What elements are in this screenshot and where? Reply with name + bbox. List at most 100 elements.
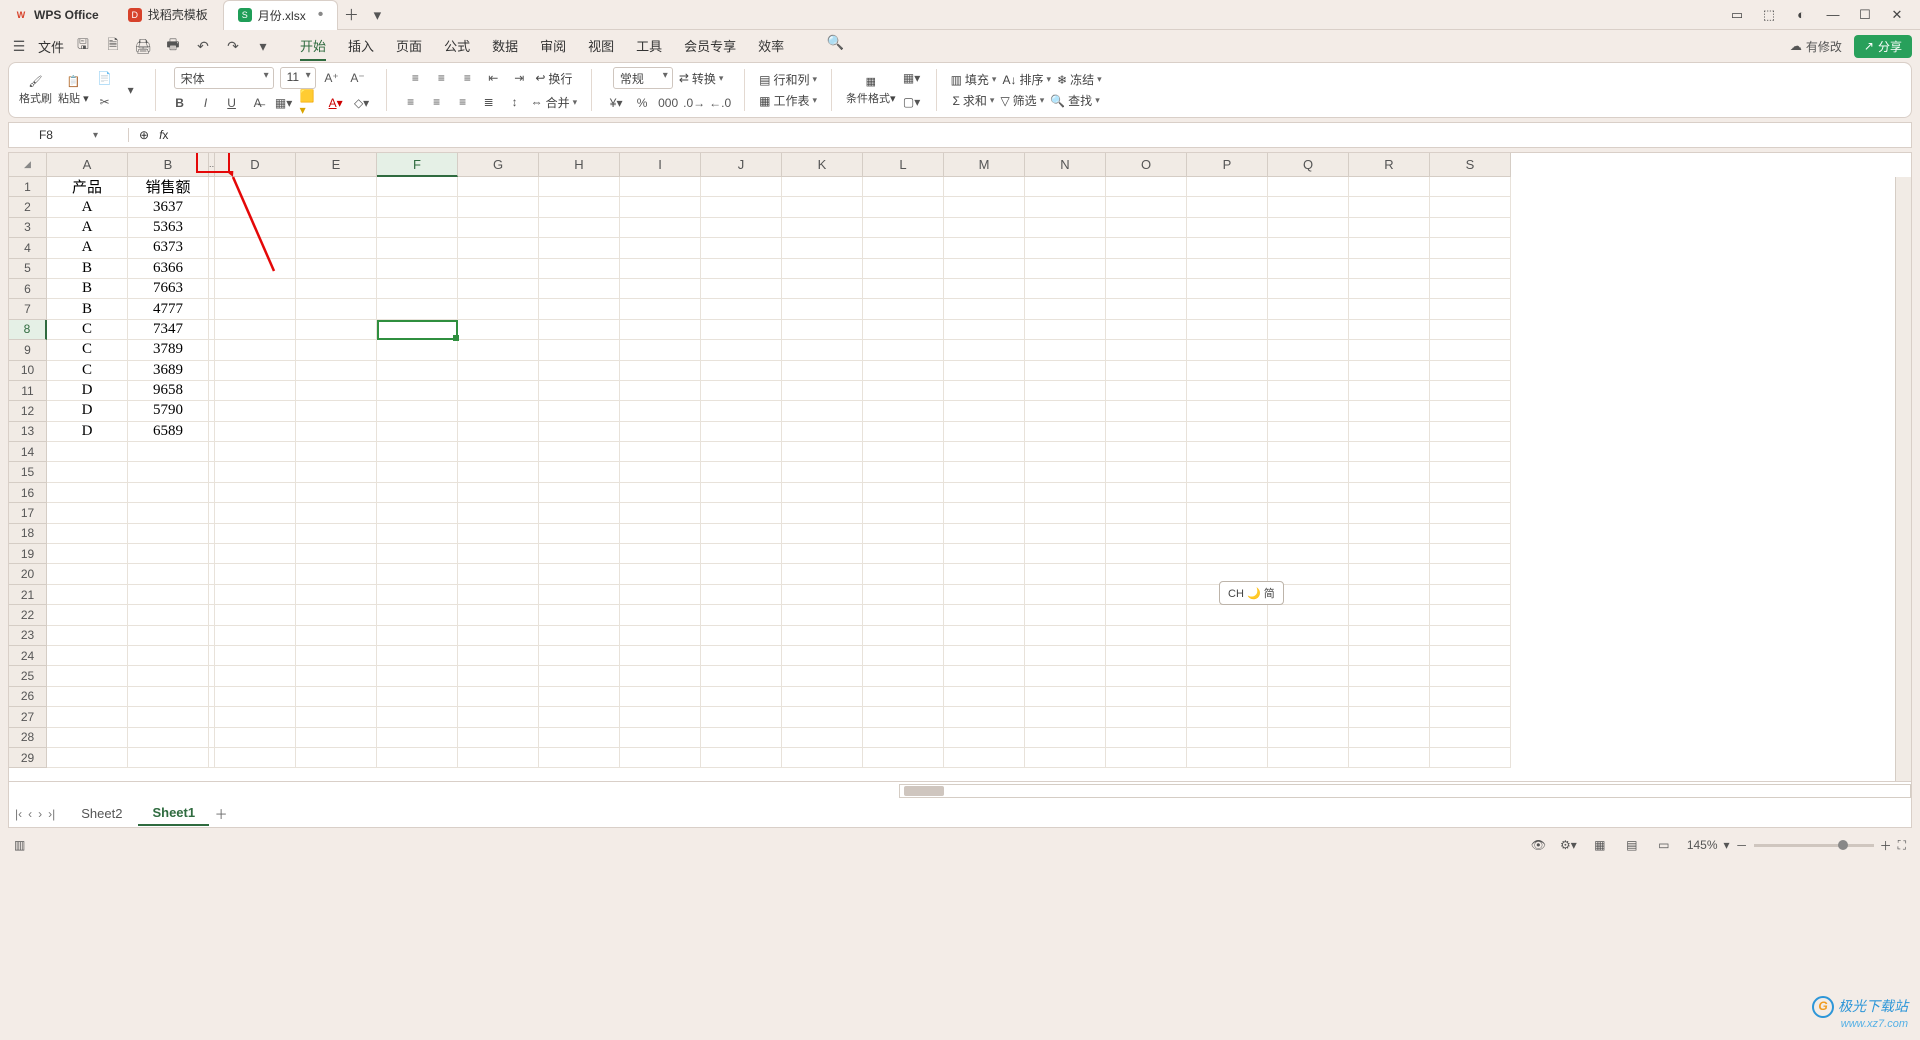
cell-H26[interactable] xyxy=(539,687,620,707)
sheet-nav-prev[interactable]: ‹ xyxy=(28,807,32,821)
formula-input[interactable] xyxy=(178,123,1911,147)
spreadsheet-grid[interactable]: ◢ AB‥DEFGHIJKLMNOPQRS 123456789101112131… xyxy=(8,152,1912,782)
bold-icon[interactable]: B xyxy=(170,93,190,113)
tab-review[interactable]: 审阅 xyxy=(540,32,566,61)
cell-J2[interactable] xyxy=(701,197,782,217)
cell-H14[interactable] xyxy=(539,442,620,462)
cell-K23[interactable] xyxy=(782,626,863,646)
cell-K10[interactable] xyxy=(782,361,863,381)
cell-E15[interactable] xyxy=(296,462,377,482)
cell-O7[interactable] xyxy=(1106,299,1187,319)
cell-I10[interactable] xyxy=(620,361,701,381)
cell-F7[interactable] xyxy=(377,299,458,319)
row-header-15[interactable]: 15 xyxy=(9,462,47,482)
cell-F11[interactable] xyxy=(377,381,458,401)
cell-O5[interactable] xyxy=(1106,259,1187,279)
cell-I8[interactable] xyxy=(620,320,701,340)
cell-N18[interactable] xyxy=(1025,524,1106,544)
cell-B21[interactable] xyxy=(128,585,209,605)
cell-F8[interactable] xyxy=(377,320,458,340)
print-icon[interactable]: 🖨 xyxy=(132,35,154,57)
cell-I27[interactable] xyxy=(620,707,701,727)
cell-G7[interactable] xyxy=(458,299,539,319)
cell-R20[interactable] xyxy=(1349,564,1430,584)
expand-fx-icon[interactable]: ⊕ xyxy=(139,128,149,142)
cell-M4[interactable] xyxy=(944,238,1025,258)
row-header-10[interactable]: 10 xyxy=(9,361,47,381)
cell-M5[interactable] xyxy=(944,259,1025,279)
cell-N24[interactable] xyxy=(1025,646,1106,666)
cell-Q29[interactable] xyxy=(1268,748,1349,768)
cell-R4[interactable] xyxy=(1349,238,1430,258)
row-header-28[interactable]: 28 xyxy=(9,728,47,748)
cell-G22[interactable] xyxy=(458,605,539,625)
cell-D2[interactable] xyxy=(215,197,296,217)
cell-R1[interactable] xyxy=(1349,177,1430,197)
cell-G18[interactable] xyxy=(458,524,539,544)
save-icon[interactable]: 🖫 xyxy=(72,35,94,57)
cell-M6[interactable] xyxy=(944,279,1025,299)
cell-S1[interactable] xyxy=(1430,177,1511,197)
cell-R16[interactable] xyxy=(1349,483,1430,503)
cell-I6[interactable] xyxy=(620,279,701,299)
cell-A24[interactable] xyxy=(47,646,128,666)
cell-G24[interactable] xyxy=(458,646,539,666)
cell-O6[interactable] xyxy=(1106,279,1187,299)
cell-E19[interactable] xyxy=(296,544,377,564)
wrap-button[interactable]: ↩换行 xyxy=(535,70,572,87)
cell-G28[interactable] xyxy=(458,728,539,748)
cell-R14[interactable] xyxy=(1349,442,1430,462)
cell-P25[interactable] xyxy=(1187,666,1268,686)
cell-M28[interactable] xyxy=(944,728,1025,748)
cell-G23[interactable] xyxy=(458,626,539,646)
cell-H1[interactable] xyxy=(539,177,620,197)
cell-E25[interactable] xyxy=(296,666,377,686)
cell-P19[interactable] xyxy=(1187,544,1268,564)
cell-B9[interactable]: 3789 xyxy=(128,340,209,360)
cell-H3[interactable] xyxy=(539,218,620,238)
fill-button[interactable]: ▥填充▾ xyxy=(951,71,997,88)
cell-Q6[interactable] xyxy=(1268,279,1349,299)
cell-P17[interactable] xyxy=(1187,503,1268,523)
horizontal-scrollbar[interactable] xyxy=(899,784,1911,798)
cell-K29[interactable] xyxy=(782,748,863,768)
cell-G4[interactable] xyxy=(458,238,539,258)
cell-E12[interactable] xyxy=(296,401,377,421)
cell-B26[interactable] xyxy=(128,687,209,707)
cell-D5[interactable] xyxy=(215,259,296,279)
cell-M2[interactable] xyxy=(944,197,1025,217)
cell-R12[interactable] xyxy=(1349,401,1430,421)
cell-D27[interactable] xyxy=(215,707,296,727)
tab-eff[interactable]: 效率 xyxy=(758,32,784,61)
cell-B18[interactable] xyxy=(128,524,209,544)
cell-O29[interactable] xyxy=(1106,748,1187,768)
worksheet-button[interactable]: ▦工作表▾ xyxy=(759,92,817,109)
cell-O21[interactable] xyxy=(1106,585,1187,605)
cell-H5[interactable] xyxy=(539,259,620,279)
tab-menu-button[interactable]: ▾ xyxy=(364,2,390,28)
border-icon[interactable]: ▦▾ xyxy=(274,93,294,113)
cell-N21[interactable] xyxy=(1025,585,1106,605)
cell-K17[interactable] xyxy=(782,503,863,523)
tab-formula[interactable]: 公式 xyxy=(444,32,470,61)
cell-S15[interactable] xyxy=(1430,462,1511,482)
cell-D16[interactable] xyxy=(215,483,296,503)
cell-O18[interactable] xyxy=(1106,524,1187,544)
cell-E23[interactable] xyxy=(296,626,377,646)
cond-format-button[interactable]: ▦ 条件格式▾ xyxy=(846,75,896,106)
indent-inc-icon[interactable]: ⇥ xyxy=(509,68,529,88)
cell-M10[interactable] xyxy=(944,361,1025,381)
cell-F23[interactable] xyxy=(377,626,458,646)
cell-D15[interactable] xyxy=(215,462,296,482)
cell-N28[interactable] xyxy=(1025,728,1106,748)
cell-O25[interactable] xyxy=(1106,666,1187,686)
cell-J1[interactable] xyxy=(701,177,782,197)
cell-F17[interactable] xyxy=(377,503,458,523)
row-header-1[interactable]: 1 xyxy=(9,177,47,197)
cell-J5[interactable] xyxy=(701,259,782,279)
cell-R13[interactable] xyxy=(1349,422,1430,442)
tab-member[interactable]: 会员专享 xyxy=(684,32,736,61)
col-header-L[interactable]: L xyxy=(863,153,944,177)
cell-S5[interactable] xyxy=(1430,259,1511,279)
cell-Q27[interactable] xyxy=(1268,707,1349,727)
